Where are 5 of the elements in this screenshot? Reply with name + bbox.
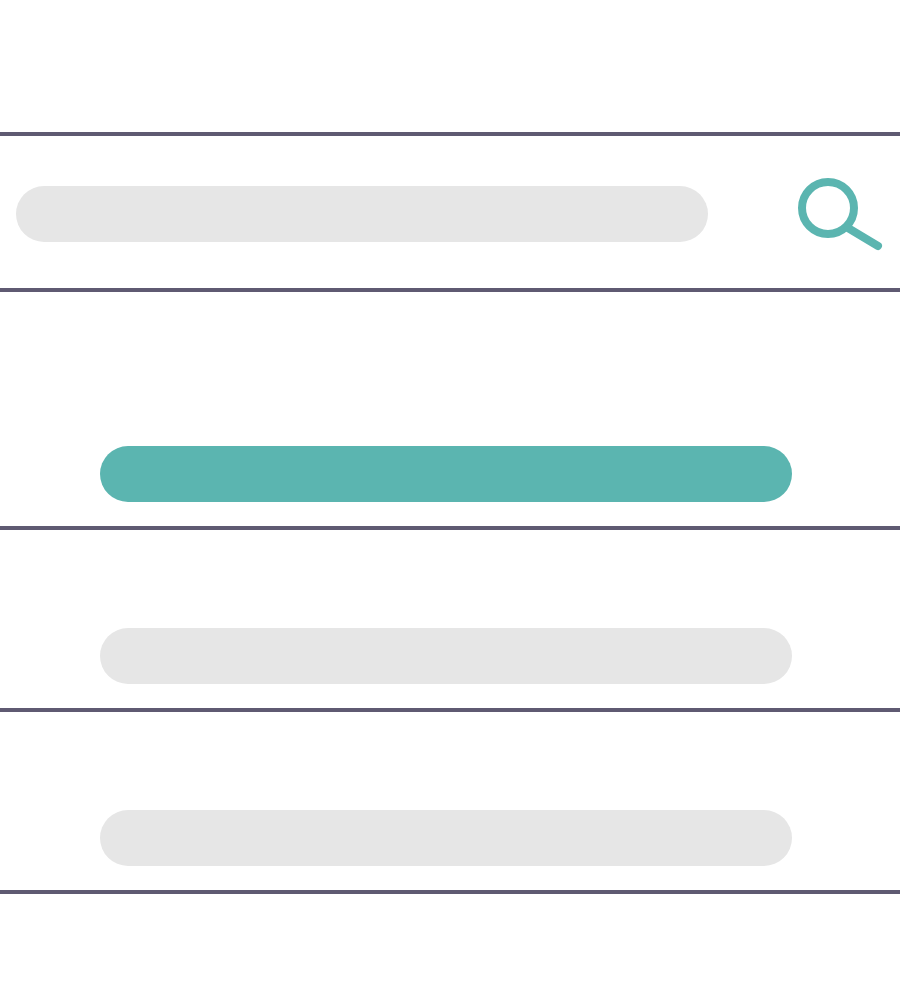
search-icon[interactable] [796, 176, 884, 252]
result-bar[interactable] [100, 628, 792, 684]
search-field[interactable] [16, 186, 708, 242]
result-bar[interactable] [100, 446, 792, 502]
result-bar[interactable] [100, 810, 792, 866]
